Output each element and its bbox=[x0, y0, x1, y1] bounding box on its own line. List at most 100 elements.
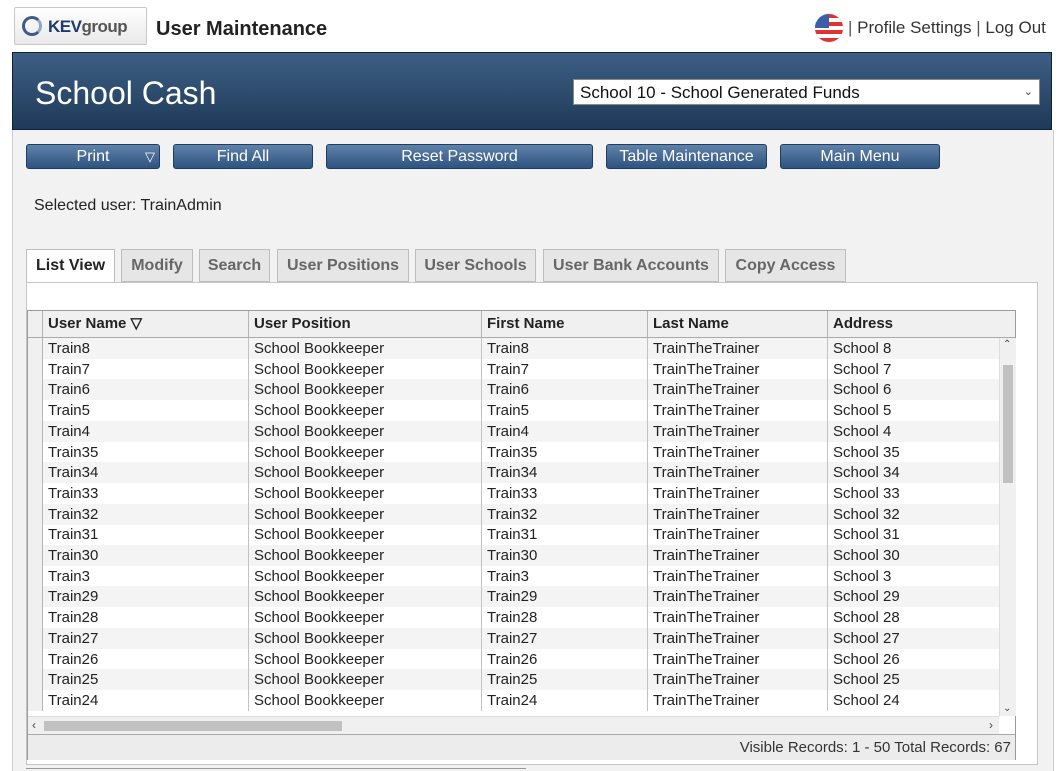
row-selector[interactable] bbox=[28, 565, 43, 587]
cell-first-name: Train30 bbox=[482, 545, 648, 566]
table-row[interactable]: Train33 School Bookkeeper Train33 TrainTheT… bbox=[28, 482, 999, 504]
table-row[interactable]: Train24 School Bookkeeper Train24 TrainTheT… bbox=[28, 689, 999, 711]
tab-copy-access[interactable]: Copy Access bbox=[725, 249, 846, 282]
tab-user-schools[interactable]: User Schools bbox=[415, 249, 536, 282]
column-header-user-name[interactable]: User Name ▽ bbox=[43, 311, 249, 337]
table-row[interactable]: Train32 School Bookkeeper Train32 TrainTheT… bbox=[28, 503, 999, 525]
cell-user-name: Train4 bbox=[43, 420, 249, 442]
cell-user-name: Train35 bbox=[43, 441, 249, 463]
cell-address: School 6 bbox=[833, 381, 892, 399]
cell-user-name: Train28 bbox=[43, 607, 249, 629]
scroll-down-icon[interactable]: ⌄ bbox=[1003, 703, 1011, 714]
column-header-last-name[interactable]: Last Name bbox=[648, 311, 828, 337]
row-selector[interactable] bbox=[28, 400, 43, 422]
table-row[interactable]: Train30 School Bookkeeper Train30 TrainTheT… bbox=[28, 545, 999, 566]
row-selector[interactable] bbox=[28, 648, 43, 670]
profile-settings-link[interactable]: Profile Settings bbox=[857, 18, 971, 37]
table-row[interactable]: Train28 School Bookkeeper Train28 TrainTheT… bbox=[28, 607, 999, 629]
scroll-right-icon[interactable]: › bbox=[989, 718, 993, 732]
row-selector[interactable] bbox=[28, 462, 43, 484]
school-select[interactable]: School 10 - School Generated Funds ⌄ bbox=[573, 79, 1040, 105]
table-row[interactable]: Train8 School Bookkeeper Train8 TrainTheTra… bbox=[28, 338, 999, 359]
table-row[interactable]: Train26 School Bookkeeper Train26 TrainTheT… bbox=[28, 648, 999, 670]
page-title: User Maintenance bbox=[156, 18, 328, 40]
cell-last-name: TrainTheTrainer bbox=[648, 565, 828, 587]
tab-modify[interactable]: Modify bbox=[121, 249, 193, 282]
find-all-button[interactable]: Find All bbox=[173, 144, 313, 169]
horizontal-scrollbar[interactable]: ‹ › bbox=[28, 716, 999, 734]
table-row[interactable]: Train34 School Bookkeeper Train34 TrainTheT… bbox=[28, 462, 999, 484]
cell-last-name: TrainTheTrainer bbox=[648, 400, 828, 422]
kevgroup-logo[interactable]: KEVgroup bbox=[14, 7, 147, 45]
row-selector[interactable] bbox=[28, 338, 43, 359]
print-dropdown-icon[interactable]: ▽ bbox=[145, 145, 155, 168]
table-row[interactable]: Train7 School Bookkeeper Train7 TrainTheTra… bbox=[28, 358, 999, 380]
cell-user-name: Train8 bbox=[43, 338, 249, 359]
column-header-address[interactable]: Address bbox=[828, 311, 1015, 337]
row-selector[interactable] bbox=[28, 545, 43, 566]
tab-search[interactable]: Search bbox=[199, 249, 270, 282]
logout-link[interactable]: Log Out bbox=[985, 18, 1046, 37]
scroll-up-icon[interactable]: ⌃ bbox=[1003, 339, 1011, 350]
cell-user-name: Train27 bbox=[43, 627, 249, 649]
cell-user-position: School Bookkeeper bbox=[249, 627, 482, 649]
row-selector[interactable] bbox=[28, 358, 43, 380]
row-selector[interactable] bbox=[28, 503, 43, 525]
cell-address: School 34 bbox=[833, 464, 900, 482]
cell-address: School 30 bbox=[833, 547, 900, 564]
column-header-first-name[interactable]: First Name bbox=[482, 311, 648, 337]
tab-user-bank-accounts[interactable]: User Bank Accounts bbox=[543, 249, 719, 282]
cell-user-name: Train24 bbox=[43, 689, 249, 711]
row-selector[interactable] bbox=[28, 379, 43, 401]
vertical-scrollbar[interactable]: ⌃ ⌄ bbox=[999, 338, 1016, 716]
row-selector[interactable] bbox=[28, 482, 43, 504]
table-row[interactable]: Train3 School Bookkeeper Train3 TrainTheTra… bbox=[28, 565, 999, 587]
row-selector[interactable] bbox=[28, 420, 43, 442]
vertical-scroll-thumb[interactable] bbox=[1003, 365, 1013, 483]
column-header-user-position[interactable]: User Position bbox=[249, 311, 482, 337]
row-selector[interactable] bbox=[28, 669, 43, 691]
table-row[interactable]: Train29 School Bookkeeper Train29 TrainTheT… bbox=[28, 586, 999, 608]
cell-first-name: Train29 bbox=[482, 586, 648, 608]
cell-user-position: School Bookkeeper bbox=[249, 420, 482, 442]
divider bbox=[26, 768, 526, 769]
link-separator: | bbox=[976, 18, 981, 37]
table-row[interactable]: Train31 School Bookkeeper Train31 TrainTheT… bbox=[28, 524, 999, 546]
us-flag-icon[interactable] bbox=[815, 14, 843, 42]
table-header: User Name ▽ User Position First Name Las… bbox=[28, 311, 1015, 338]
cell-user-position: School Bookkeeper bbox=[249, 648, 482, 670]
table-row[interactable]: Train4 School Bookkeeper Train4 TrainTheTra… bbox=[28, 420, 999, 442]
reset-password-button[interactable]: Reset Password bbox=[326, 144, 593, 169]
cell-last-name: TrainTheTrainer bbox=[648, 503, 828, 525]
cell-user-name: Train7 bbox=[43, 358, 249, 380]
cell-first-name: Train5 bbox=[482, 400, 648, 422]
row-selector[interactable] bbox=[28, 586, 43, 608]
row-selector[interactable] bbox=[28, 689, 43, 711]
tab-list-view[interactable]: List View bbox=[26, 249, 115, 283]
cell-user-position: School Bookkeeper bbox=[249, 524, 482, 546]
horizontal-scroll-thumb[interactable] bbox=[44, 721, 342, 731]
row-selector[interactable] bbox=[28, 524, 43, 546]
cell-last-name: TrainTheTrainer bbox=[648, 358, 828, 380]
tab-user-positions[interactable]: User Positions bbox=[277, 249, 409, 282]
row-selector[interactable] bbox=[28, 607, 43, 629]
print-button[interactable]: Print ▽ bbox=[26, 144, 160, 169]
table-footer: Visible Records: 1 - 50 Total Records: 6… bbox=[28, 734, 1015, 760]
scroll-left-icon[interactable]: ‹ bbox=[32, 718, 36, 732]
row-selector[interactable] bbox=[28, 441, 43, 463]
table-row[interactable]: Train25 School Bookkeeper Train25 TrainTheT… bbox=[28, 669, 999, 691]
row-selector[interactable] bbox=[28, 627, 43, 649]
table-row[interactable]: Train27 School Bookkeeper Train27 TrainTheT… bbox=[28, 627, 999, 649]
cell-last-name: TrainTheTrainer bbox=[648, 482, 828, 504]
table-row[interactable]: Train35 School Bookkeeper Train35 TrainTheT… bbox=[28, 441, 999, 463]
cell-user-position: School Bookkeeper bbox=[249, 689, 482, 711]
app-brand: School Cash bbox=[35, 75, 217, 111]
table-maintenance-button[interactable]: Table Maintenance bbox=[606, 144, 767, 169]
cell-address: School 31 bbox=[833, 526, 900, 544]
cell-last-name: TrainTheTrainer bbox=[648, 648, 828, 670]
table-row[interactable]: Train5 School Bookkeeper Train5 TrainTheTra… bbox=[28, 400, 999, 422]
main-menu-button[interactable]: Main Menu bbox=[780, 144, 940, 169]
cell-address: School 8 bbox=[833, 340, 892, 357]
table-row[interactable]: Train6 School Bookkeeper Train6 TrainTheTra… bbox=[28, 379, 999, 401]
cell-user-position: School Bookkeeper bbox=[249, 441, 482, 463]
